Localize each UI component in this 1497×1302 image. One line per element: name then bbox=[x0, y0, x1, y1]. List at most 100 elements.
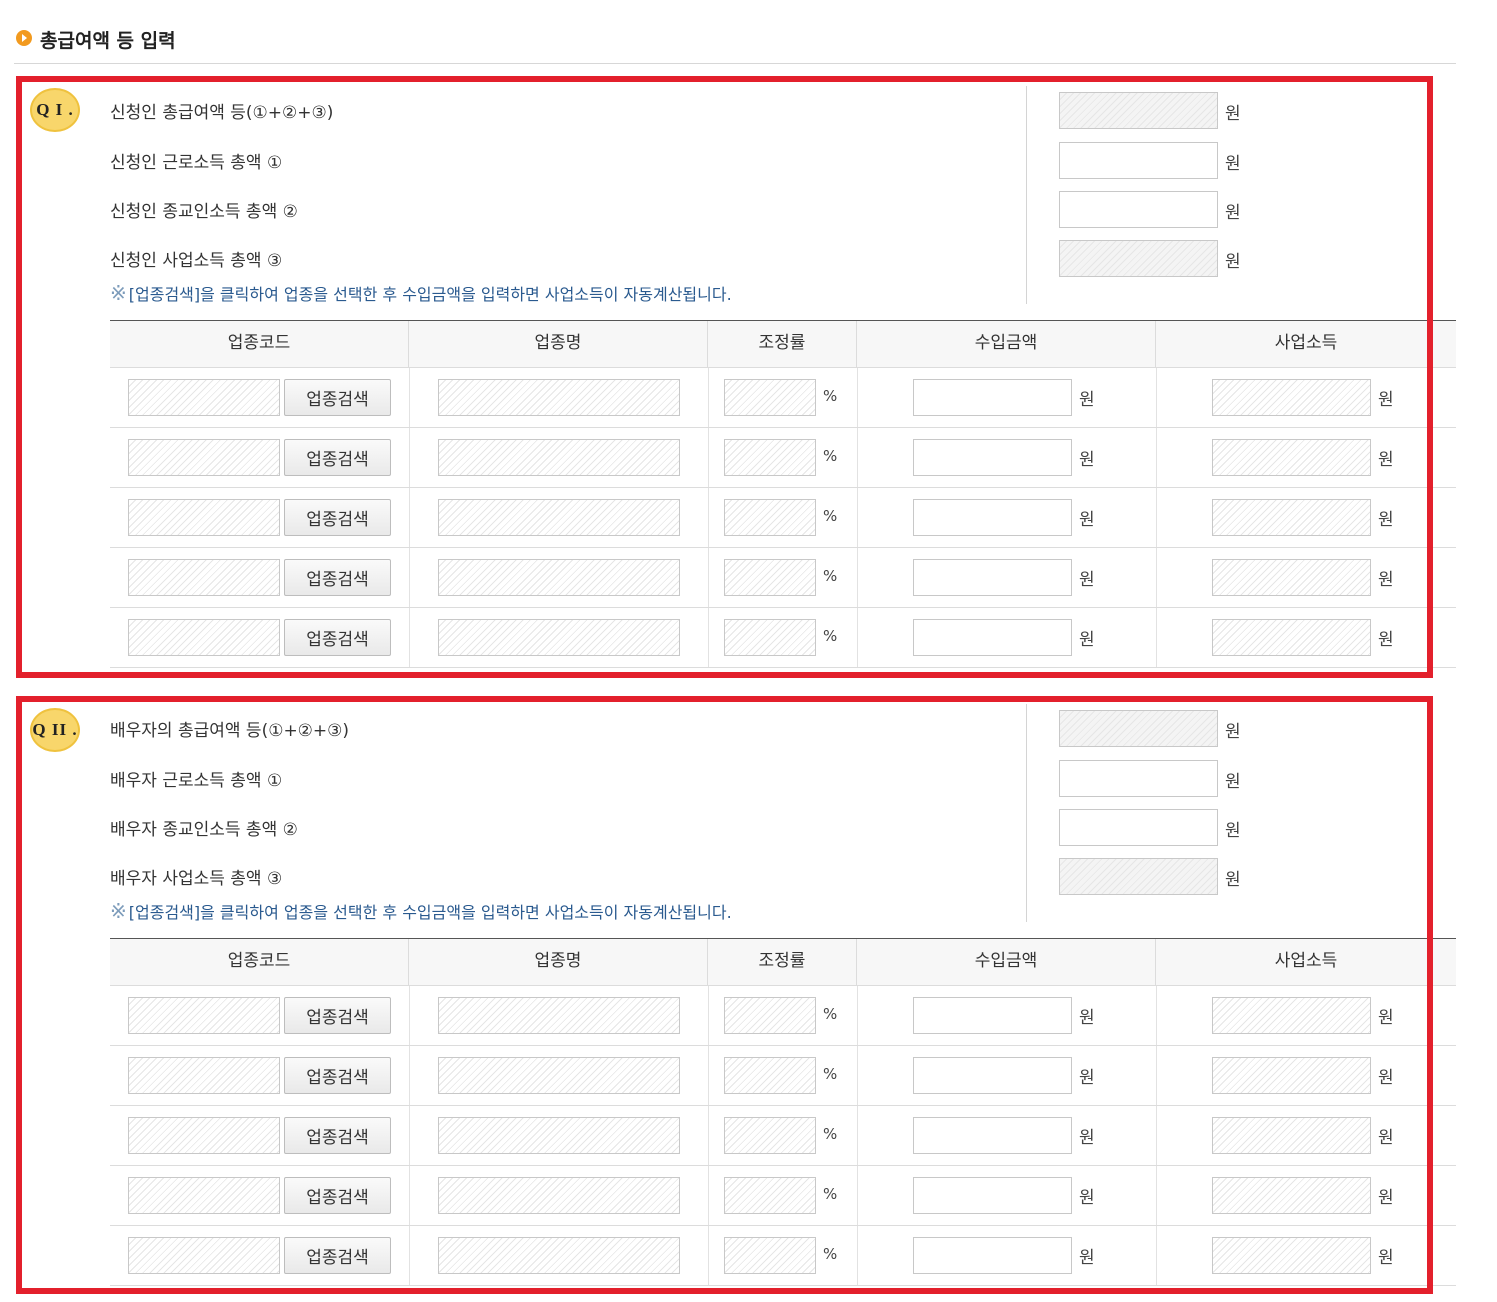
won-unit: 원 bbox=[1079, 510, 1095, 530]
summary-input-3[interactable] bbox=[1059, 240, 1218, 277]
cell-separator bbox=[409, 488, 410, 547]
cell-separator bbox=[409, 1046, 410, 1105]
question-badge: Q I . bbox=[30, 88, 80, 132]
cell-separator bbox=[708, 1166, 709, 1225]
table-row: 업종검색% 원 원 bbox=[110, 1046, 1456, 1106]
page-title: 총급여액 등 입력 bbox=[40, 30, 176, 52]
cell-separator bbox=[409, 428, 410, 487]
revenue-amount-input[interactable] bbox=[913, 1117, 1072, 1154]
cell-separator bbox=[857, 1046, 858, 1105]
business-name-field[interactable] bbox=[438, 1057, 680, 1094]
won-unit: 원 bbox=[1378, 1068, 1394, 1088]
percent-unit: % bbox=[823, 387, 838, 405]
revenue-amount-input[interactable] bbox=[913, 439, 1072, 476]
adjustment-rate-field[interactable] bbox=[724, 439, 816, 476]
business-search-button[interactable]: 업종검색 bbox=[284, 439, 391, 476]
won-unit: 원 bbox=[1378, 1188, 1394, 1208]
business-search-button[interactable]: 업종검색 bbox=[284, 1237, 391, 1274]
revenue-amount-input[interactable] bbox=[913, 619, 1072, 656]
business-income-field[interactable] bbox=[1212, 499, 1371, 536]
business-income-field[interactable] bbox=[1212, 559, 1371, 596]
revenue-amount-input[interactable] bbox=[913, 997, 1072, 1034]
adjustment-rate-field[interactable] bbox=[724, 559, 816, 596]
won-unit: 원 bbox=[1079, 630, 1095, 650]
summary-input-0[interactable] bbox=[1059, 92, 1218, 129]
business-code-field[interactable] bbox=[128, 997, 280, 1034]
business-name-field[interactable] bbox=[438, 499, 680, 536]
adjustment-rate-field[interactable] bbox=[724, 1177, 816, 1214]
business-code-field[interactable] bbox=[128, 379, 280, 416]
business-code-field[interactable] bbox=[128, 1117, 280, 1154]
summary-label-2: 신청인 종교인소득 총액 ② bbox=[110, 202, 298, 222]
business-income-field[interactable] bbox=[1212, 1117, 1371, 1154]
summary-input-0[interactable] bbox=[1059, 710, 1218, 747]
adjustment-rate-field[interactable] bbox=[724, 499, 816, 536]
business-code-field[interactable] bbox=[128, 619, 280, 656]
business-name-field[interactable] bbox=[438, 439, 680, 476]
business-code-field[interactable] bbox=[128, 1177, 280, 1214]
business-search-button[interactable]: 업종검색 bbox=[284, 379, 391, 416]
business-code-field[interactable] bbox=[128, 1237, 280, 1274]
revenue-amount-input[interactable] bbox=[913, 499, 1072, 536]
business-name-field[interactable] bbox=[438, 559, 680, 596]
business-search-button[interactable]: 업종검색 bbox=[284, 619, 391, 656]
business-search-button[interactable]: 업종검색 bbox=[284, 1117, 391, 1154]
notice-message: [업종검색]을 클릭하여 업종을 선택한 후 수입금액을 입력하면 사업소득이 … bbox=[128, 285, 732, 304]
won-unit: 원 bbox=[1079, 1188, 1095, 1208]
business-income-field[interactable] bbox=[1212, 1237, 1371, 1274]
cell-separator bbox=[708, 1226, 709, 1285]
business-code-field[interactable] bbox=[128, 439, 280, 476]
cell-separator bbox=[1156, 1226, 1157, 1285]
business-name-field[interactable] bbox=[438, 1237, 680, 1274]
business-name-field[interactable] bbox=[438, 379, 680, 416]
adjustment-rate-field[interactable] bbox=[724, 619, 816, 656]
summary-input-2[interactable] bbox=[1059, 809, 1218, 846]
business-search-button[interactable]: 업종검색 bbox=[284, 559, 391, 596]
cell-separator bbox=[857, 1106, 858, 1165]
summary-input-3[interactable] bbox=[1059, 858, 1218, 895]
cell-separator bbox=[1156, 368, 1157, 427]
adjustment-rate-field[interactable] bbox=[724, 997, 816, 1034]
won-unit: 원 bbox=[1079, 570, 1095, 590]
column-header-1: 업종명 bbox=[409, 939, 708, 986]
revenue-amount-input[interactable] bbox=[913, 379, 1072, 416]
revenue-amount-input[interactable] bbox=[913, 1177, 1072, 1214]
percent-unit: % bbox=[823, 567, 838, 585]
business-income-field[interactable] bbox=[1212, 619, 1371, 656]
business-code-field[interactable] bbox=[128, 499, 280, 536]
table-header: 업종코드 업종명 조정률 수입금액 사업소득 bbox=[110, 321, 1456, 368]
business-search-button[interactable]: 업종검색 bbox=[284, 1057, 391, 1094]
adjustment-rate-field[interactable] bbox=[724, 1237, 816, 1274]
business-income-field[interactable] bbox=[1212, 997, 1371, 1034]
revenue-amount-input[interactable] bbox=[913, 1237, 1072, 1274]
adjustment-rate-field[interactable] bbox=[724, 1057, 816, 1094]
revenue-amount-input[interactable] bbox=[913, 1057, 1072, 1094]
won-unit: 원 bbox=[1225, 203, 1241, 223]
business-search-button[interactable]: 업종검색 bbox=[284, 997, 391, 1034]
column-header-0: 업종코드 bbox=[110, 321, 409, 368]
business-search-button[interactable]: 업종검색 bbox=[284, 1177, 391, 1214]
revenue-amount-input[interactable] bbox=[913, 559, 1072, 596]
business-name-field[interactable] bbox=[438, 1117, 680, 1154]
business-code-field[interactable] bbox=[128, 1057, 280, 1094]
business-income-field[interactable] bbox=[1212, 1177, 1371, 1214]
business-code-field[interactable] bbox=[128, 559, 280, 596]
cell-separator bbox=[708, 428, 709, 487]
business-income-field[interactable] bbox=[1212, 439, 1371, 476]
won-unit: 원 bbox=[1225, 821, 1241, 841]
won-unit: 원 bbox=[1079, 1068, 1095, 1088]
summary-input-1[interactable] bbox=[1059, 760, 1218, 797]
adjustment-rate-field[interactable] bbox=[724, 1117, 816, 1154]
business-name-field[interactable] bbox=[438, 619, 680, 656]
business-name-field[interactable] bbox=[438, 997, 680, 1034]
summary-input-2[interactable] bbox=[1059, 191, 1218, 228]
won-unit: 원 bbox=[1225, 722, 1241, 742]
summary-input-1[interactable] bbox=[1059, 142, 1218, 179]
won-unit: 원 bbox=[1225, 252, 1241, 272]
adjustment-rate-field[interactable] bbox=[724, 379, 816, 416]
business-income-field[interactable] bbox=[1212, 1057, 1371, 1094]
business-search-button[interactable]: 업종검색 bbox=[284, 499, 391, 536]
business-income-field[interactable] bbox=[1212, 379, 1371, 416]
vertical-divider bbox=[1026, 86, 1027, 304]
business-name-field[interactable] bbox=[438, 1177, 680, 1214]
